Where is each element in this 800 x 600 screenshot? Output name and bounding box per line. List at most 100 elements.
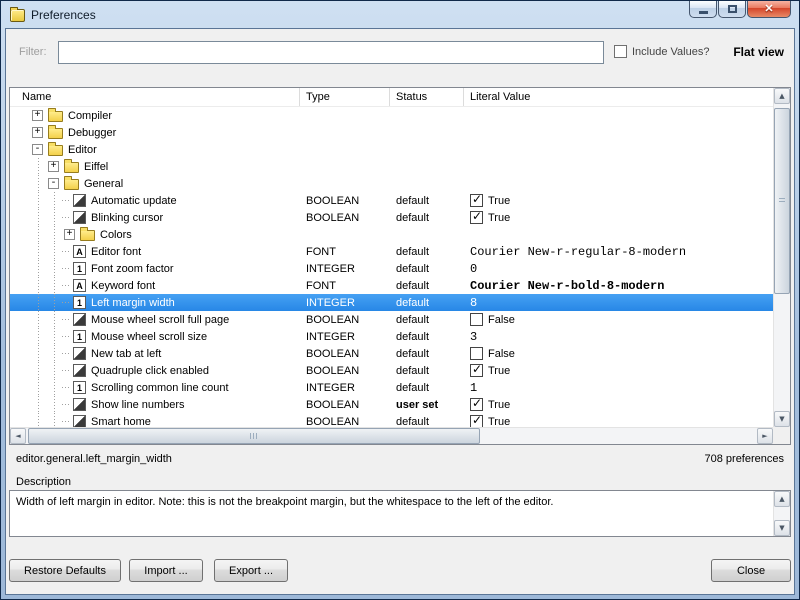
table-row[interactable]: Left margin widthINTEGERdefault8 [10,294,773,311]
import-button[interactable]: Import ... [129,559,203,582]
table-row[interactable]: Blinking cursorBOOLEANdefaultTrue [10,209,773,226]
pref-value [464,226,773,243]
folder-icon [48,111,63,122]
close-window-button[interactable]: ✕ [747,1,791,18]
table-row[interactable]: -General [10,175,773,192]
description-scroll-down-button[interactable]: ▼ [774,520,790,536]
pref-name-cell: Show line numbers [10,396,300,413]
scroll-up-button[interactable]: ▲ [774,88,790,104]
expand-icon[interactable]: + [48,161,59,172]
column-header-type[interactable]: Type [300,88,390,106]
expand-icon[interactable]: + [32,127,43,138]
table-row[interactable]: +Compiler [10,107,773,124]
table-row[interactable]: Scrolling common line countINTEGERdefaul… [10,379,773,396]
scroll-right-button[interactable]: ► [757,428,773,444]
client-area: Filter: Include Values? Flat view Name T… [5,28,795,595]
close-button[interactable]: Close [711,559,791,582]
include-values-checkbox[interactable] [614,45,627,58]
maximize-button[interactable] [718,1,746,18]
table-row[interactable]: Mouse wheel scroll sizeINTEGERdefault3 [10,328,773,345]
integer-icon [73,296,86,309]
expand-icon[interactable]: + [32,110,43,121]
integer-icon [73,330,86,343]
column-header-status[interactable]: Status [390,88,464,106]
boolean-icon [73,211,86,224]
expand-icon[interactable]: + [64,229,75,240]
folder-icon [64,162,79,173]
pref-name-cell: +Debugger [10,124,300,141]
table-row[interactable]: -Editor [10,141,773,158]
checkbox-checked-icon[interactable] [470,398,483,411]
pref-name-cell: Blinking cursor [10,209,300,226]
tree-indent-guide [30,294,46,311]
tree-connector [62,263,71,274]
table-row[interactable]: Keyword fontFONTdefaultCourier New-r-bol… [10,277,773,294]
table-row[interactable]: +Eiffel [10,158,773,175]
export-button[interactable]: Export ... [214,559,288,582]
bool-value-label: False [488,314,515,326]
tree-indent-guide [30,379,46,396]
scroll-down-button[interactable]: ▼ [774,411,790,427]
table-row[interactable]: Smart homeBOOLEANdefaultTrue [10,413,773,427]
description-box: Width of left margin in editor. Note: th… [9,490,791,537]
pref-status: default [390,331,464,343]
titlebar[interactable]: Preferences ✕ [5,1,795,28]
tree-indent-guide [30,328,46,345]
checkbox-checked-icon[interactable] [470,364,483,377]
table-row[interactable]: Show line numbersBOOLEANuser setTrue [10,396,773,413]
table-row[interactable]: +Debugger [10,124,773,141]
checkbox-unchecked-icon[interactable] [470,313,483,326]
pref-type: BOOLEAN [300,195,390,207]
pref-status: default [390,297,464,309]
maximize-icon [728,5,737,13]
pref-type: INTEGER [300,263,390,275]
filter-input[interactable] [58,41,604,64]
checkbox-unchecked-icon[interactable] [470,347,483,360]
horizontal-scrollbar[interactable]: ◄ ► [10,427,773,444]
preferences-table: Name Type Status Literal Value +Compiler… [9,87,791,445]
checkbox-checked-icon[interactable] [470,194,483,207]
vertical-scroll-thumb[interactable] [774,108,790,294]
tree-indent-guide [46,362,62,379]
pref-name-cell: Mouse wheel scroll size [10,328,300,345]
pref-name: Show line numbers [91,399,185,411]
column-header-literal-value[interactable]: Literal Value [464,88,773,106]
pref-name: Smart home [91,416,151,428]
tree-indent-guide [46,277,62,294]
pref-value: 8 [464,294,773,311]
scroll-left-button[interactable]: ◄ [10,428,26,444]
pref-status: default [390,280,464,292]
table-row[interactable]: +Colors [10,226,773,243]
pref-name: Blinking cursor [91,212,163,224]
description-scrollbar[interactable]: ▲ ▼ [773,491,790,536]
tree-connector [62,246,71,257]
description-scroll-up-button[interactable]: ▲ [774,491,790,507]
table-row[interactable]: Font zoom factorINTEGERdefault0 [10,260,773,277]
pref-type: BOOLEAN [300,365,390,377]
restore-defaults-button[interactable]: Restore Defaults [9,559,121,582]
boolean-icon [73,364,86,377]
collapse-icon[interactable]: - [48,178,59,189]
table-row[interactable]: Mouse wheel scroll full pageBOOLEANdefau… [10,311,773,328]
table-row[interactable]: New tab at leftBOOLEANdefaultFalse [10,345,773,362]
pref-name: Mouse wheel scroll full page [91,314,229,326]
boolean-icon [73,313,86,326]
collapse-icon[interactable]: - [32,144,43,155]
minimize-button[interactable] [689,1,717,18]
column-header-name[interactable]: Name [10,88,300,106]
flat-view-button[interactable]: Flat view [733,45,784,59]
checkbox-checked-icon[interactable] [470,415,483,427]
pref-name-cell: -Editor [10,141,300,158]
table-row[interactable]: Quadruple click enabledBOOLEANdefaultTru… [10,362,773,379]
table-row[interactable]: Automatic updateBOOLEANdefaultTrue [10,192,773,209]
bool-value-label: False [488,348,515,360]
horizontal-scroll-thumb[interactable] [28,428,480,444]
pref-name-cell: +Eiffel [10,158,300,175]
pref-name: Editor font [91,246,141,258]
table-row[interactable]: Editor fontFONTdefaultCourier New-r-regu… [10,243,773,260]
vertical-scrollbar[interactable]: ▲ ▼ [773,88,790,427]
tree-indent-guide [46,226,62,243]
folder-icon [64,179,79,190]
checkbox-checked-icon[interactable] [470,211,483,224]
literal-value: Courier New-r-regular-8-modern [470,245,686,259]
